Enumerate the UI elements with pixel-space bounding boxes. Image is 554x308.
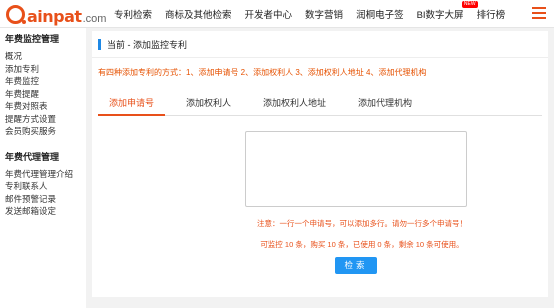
sidebar-item-fee-table[interactable]: 年费对照表 [0,100,86,113]
sidebar-section-title: 年费代理管理 [5,151,60,162]
sidebar-item-fee-reminder[interactable]: 年费提醒 [0,88,86,101]
breadcrumb-text: 当前 - 添加监控专利 [107,39,187,50]
nav-bi-screen[interactable]: BI数字大屏 NEW [416,1,478,21]
breadcrumb: 当前 - 添加监控专利 [92,31,548,58]
new-badge: NEW [461,1,478,8]
nav-e-signature[interactable]: 润桐电子签 [356,7,404,21]
sidebar-item-add-patent[interactable]: 添加专利 [0,63,86,76]
sidebar-item-membership[interactable]: 会员购买服务 [0,125,86,138]
nav-patent-search[interactable]: 专利检索 [114,7,152,21]
nav-trademark-search[interactable]: 商标及其他检索 [165,7,232,21]
tab-right-holder[interactable]: 添加权利人 [175,91,242,116]
sidebar-item-mailbox-settings[interactable]: 发送邮箱设定 [0,205,86,218]
sidebar: 年费监控管理 概况 添加专利 年费监控 年费提醒 年费对照表 提醒方式设置 会员… [0,28,86,308]
tab-right-holder-address[interactable]: 添加权利人地址 [252,91,337,116]
add-methods-notice: 有四种添加专利的方式：1、添加申请号 2、添加权利人 3、添加权利人地址 4、添… [98,68,427,77]
sidebar-item-reminder-settings[interactable]: 提醒方式设置 [0,113,86,126]
logo-domain: .com [82,13,107,25]
tab-application-number[interactable]: 添加申请号 [98,91,166,116]
breadcrumb-marker [98,38,101,50]
nav-ranking[interactable]: 排行榜 [477,7,506,21]
sidebar-item-contacts[interactable]: 专利联系人 [0,180,86,193]
nav-developer-center[interactable]: 开发者中心 [245,7,293,21]
input-hint: 注意：一行一个申请号，可以添加多行。请勿一行多个申请号！ [257,219,467,228]
site-logo[interactable]: ainpat .com [6,3,107,26]
add-method-tabs: 添加申请号 添加权利人 添加权利人地址 添加代理机构 [98,91,542,116]
tab-agency[interactable]: 添加代理机构 [347,91,423,116]
top-navbar: ainpat .com 专利检索 商标及其他检索 开发者中心 数字营销 润桐电子… [0,0,554,28]
sidebar-section-title: 年费监控管理 [5,34,60,44]
quota-status: 可监控 10 条，购买 10 条，已使用 0 条，剩余 10 条可使用。 [260,240,464,249]
main-panel: 当前 - 添加监控专利 有四种添加专利的方式：1、添加申请号 2、添加权利人 3… [92,31,548,297]
sidebar-item-agency-intro[interactable]: 年费代理管理介绍 [0,168,86,181]
search-button[interactable]: 检索 [335,257,377,274]
sidebar-item-fee-monitor[interactable]: 年费监控 [0,75,86,88]
logo-icon [6,5,26,24]
sidebar-item-mail-alerts[interactable]: 邮件预警记录 [0,193,86,206]
application-number-input[interactable] [245,131,467,207]
nav-bi-screen-label: BI数字大屏 [416,10,464,21]
main-nav: 专利检索 商标及其他检索 开发者中心 数字营销 润桐电子签 BI数字大屏 NEW … [114,0,518,28]
hamburger-menu-icon[interactable] [532,7,546,19]
sidebar-item-overview[interactable]: 概况 [0,50,86,63]
logo-text: ainpat [27,7,82,26]
nav-digital-marketing[interactable]: 数字营销 [305,7,343,21]
